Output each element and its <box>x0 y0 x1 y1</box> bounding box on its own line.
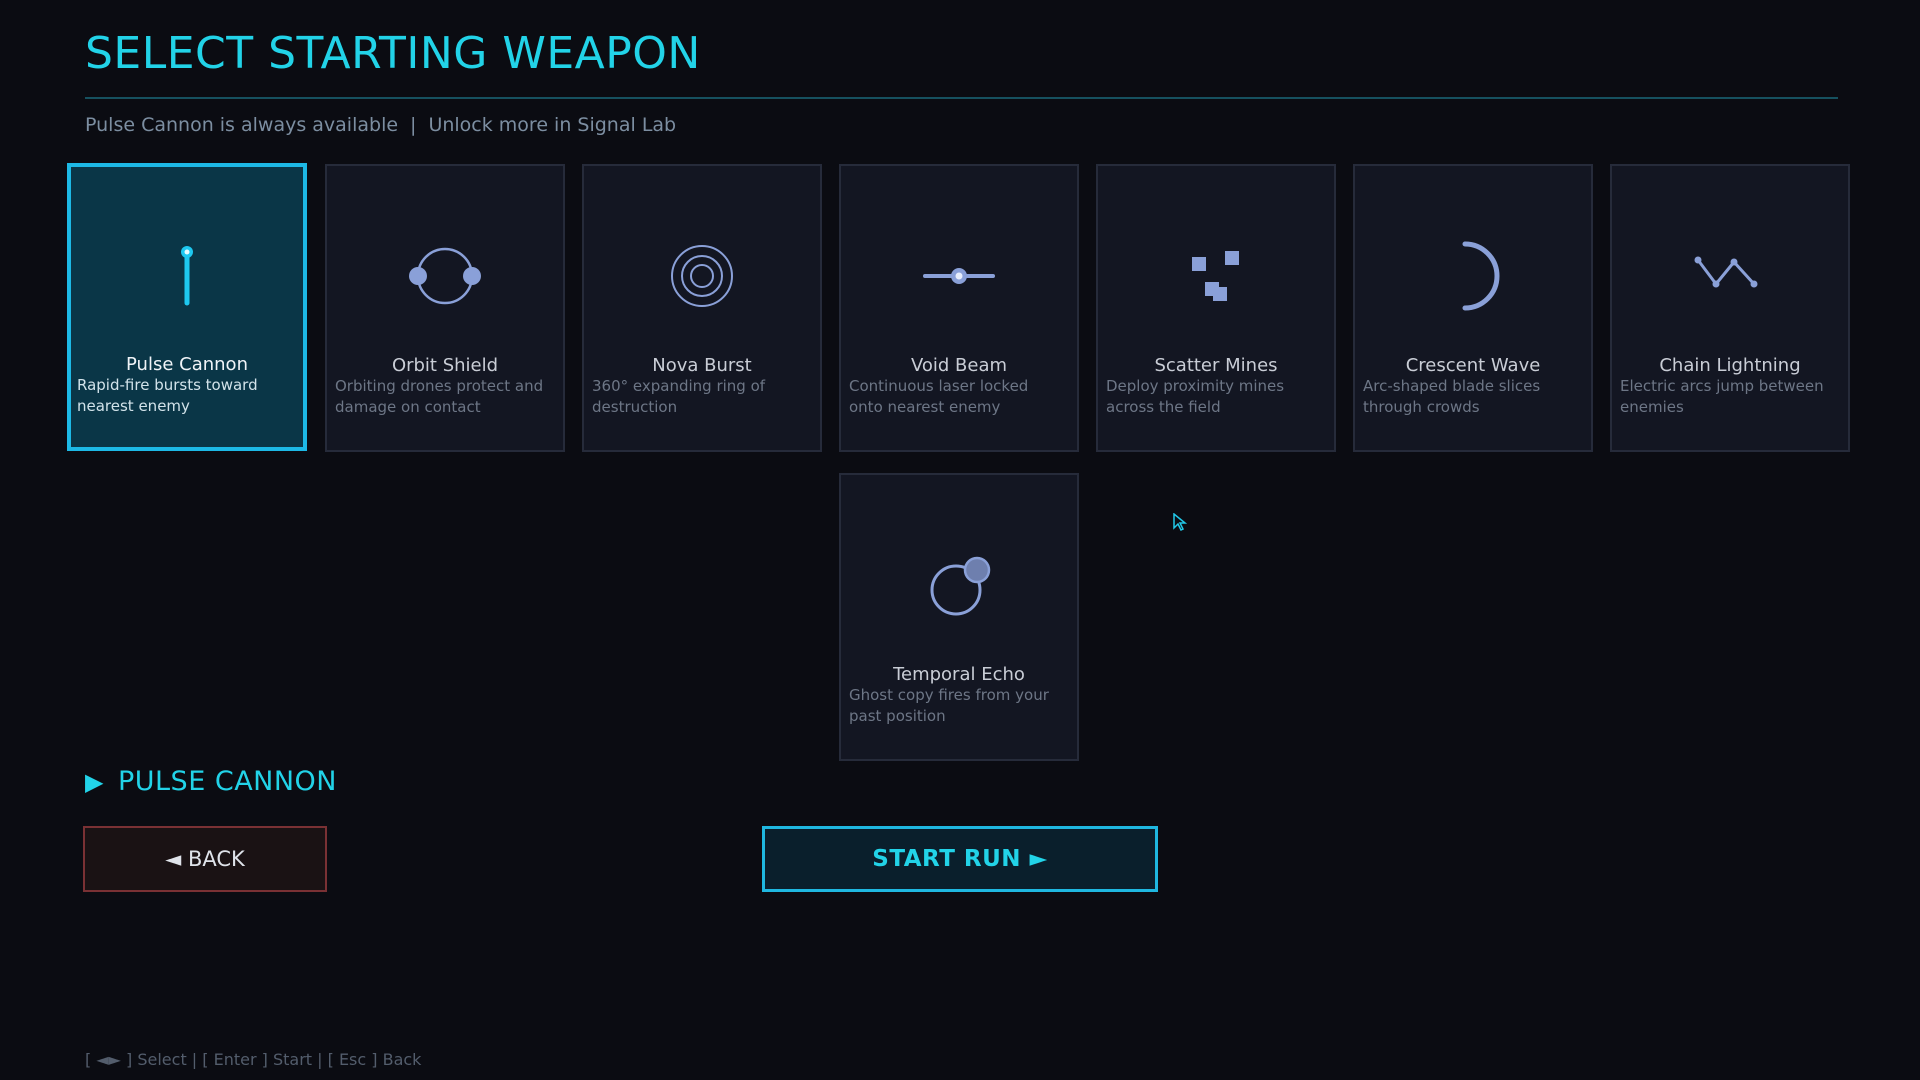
weapon-name: Pulse Cannon <box>126 354 248 375</box>
weapon-card-crescent-wave[interactable]: Crescent Wave Arc-shaped blade slices th… <box>1353 164 1593 452</box>
weapon-description: Ghost copy fires from your past position <box>849 686 1049 725</box>
weapon-name: Chain Lightning <box>1659 355 1801 376</box>
subtitle-availability: Pulse Cannon is always available <box>85 114 399 136</box>
weapon-card-void-beam[interactable]: Void Beam Continuous laser locked onto n… <box>839 164 1079 452</box>
weapon-name: Orbit Shield <box>391 355 499 376</box>
page-title: SELECT STARTING WEAPON <box>85 28 701 79</box>
title-divider <box>85 97 1838 99</box>
subtitle-unlock-hint: Unlock more in Signal Lab <box>428 114 677 136</box>
weapon-description: Electric arcs jump between enemies <box>1620 377 1824 416</box>
weapon-name: Temporal Echo <box>893 664 1025 685</box>
weapon-description: Orbiting drones protect and damage on co… <box>335 377 544 416</box>
chain-lightning-icon <box>1694 256 1758 288</box>
temporal-echo-icon <box>930 556 991 616</box>
selected-weapon-name: PULSE CANNON <box>117 766 338 797</box>
nova-burst-icon <box>671 245 733 307</box>
void-beam-icon <box>923 268 995 284</box>
weapon-card-nova-burst[interactable]: Nova Burst 360° expanding ring of destru… <box>582 164 822 452</box>
pulse-cannon-icon <box>181 246 193 306</box>
subtitle-separator: | <box>410 114 417 136</box>
weapon-card-scatter-mines[interactable]: Scatter Mines Deploy proximity mines acr… <box>1096 164 1336 452</box>
weapon-description: Continuous laser locked onto nearest ene… <box>849 377 1029 416</box>
selected-weapon-label: ▶ PULSE CANNON <box>85 766 337 797</box>
weapon-card-chain-lightning[interactable]: Chain Lightning Electric arcs jump betwe… <box>1610 164 1850 452</box>
weapon-name: Nova Burst <box>652 355 752 376</box>
weapon-card-orbit-shield[interactable]: Orbit Shield Orbiting drones protect and… <box>325 164 565 452</box>
weapon-description: Arc-shaped blade slices through crowds <box>1363 377 1541 416</box>
crescent-wave-icon <box>1462 241 1500 311</box>
weapon-description: Rapid-fire bursts toward nearest enemy <box>77 376 258 415</box>
mouse-cursor-icon <box>1173 513 1187 531</box>
weapon-name: Crescent Wave <box>1405 355 1541 376</box>
weapon-card-temporal-echo[interactable]: Temporal Echo Ghost copy fires from your… <box>839 473 1079 761</box>
weapon-name: Scatter Mines <box>1154 355 1278 376</box>
weapon-card-pulse-cannon[interactable]: Pulse Cannon Rapid-fire bursts toward ne… <box>67 163 307 451</box>
start-run-button[interactable]: START RUN ► <box>762 826 1158 892</box>
weapon-description: 360° expanding ring of destruction <box>592 377 766 416</box>
subtitle: Pulse Cannon is always available | Unlock … <box>85 114 676 136</box>
play-arrow-icon: ▶ <box>85 768 104 796</box>
weapon-name: Void Beam <box>910 355 1008 376</box>
back-button[interactable]: ◄ BACK <box>83 826 327 892</box>
weapon-description: Deploy proximity mines across the field <box>1106 377 1285 416</box>
scatter-mines-icon <box>1192 251 1239 301</box>
orbit-shield-icon <box>409 247 481 305</box>
keyboard-hints: [ ◄► ] Select | [ Enter ] Start | [ Esc … <box>85 1050 422 1069</box>
